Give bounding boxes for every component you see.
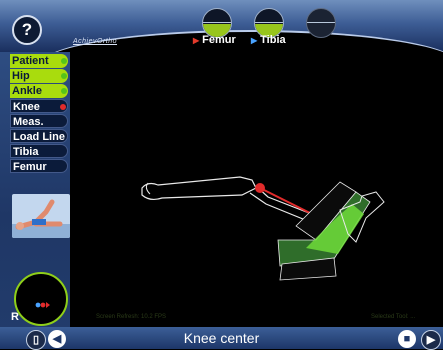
back-button[interactable]: ◀ xyxy=(48,330,66,348)
sidebar-item-label: Ankle xyxy=(12,85,42,97)
chevron-left-icon: ◀ xyxy=(52,333,62,345)
sidebar-item-label: Load Line xyxy=(13,131,65,143)
sidebar-item-femur[interactable]: Femur xyxy=(10,159,68,173)
sidebar-item-ankle[interactable]: Ankle xyxy=(10,84,68,98)
sidebar-item-tibia[interactable]: Tibia xyxy=(10,144,68,158)
pointer-tracker-gauge xyxy=(306,8,336,38)
triangle-right-icon: ▶ xyxy=(193,36,200,45)
triangle-right-icon: ▶ xyxy=(251,36,258,45)
sidebar-item-label: Knee xyxy=(13,101,40,113)
status-dot-icon xyxy=(61,88,67,94)
femur-label: ▶ Femur xyxy=(193,34,236,46)
sidebar-item-label: Tibia xyxy=(13,146,39,158)
brand-logo: AchievOrtho xyxy=(73,38,118,45)
status-text-right: Selected Tool: ... xyxy=(371,314,416,320)
tibia-label-text: Tibia xyxy=(260,34,286,46)
device-icon: ▯ xyxy=(32,334,40,346)
femur-label-text: Femur xyxy=(202,34,236,46)
step-title: Knee center xyxy=(183,330,260,346)
navigation-viewport[interactable] xyxy=(70,52,443,324)
side-indicator: R xyxy=(11,311,19,323)
gauge-line xyxy=(307,22,335,23)
sidebar-item-hip[interactable]: Hip xyxy=(10,69,68,83)
device-button[interactable]: ▯ xyxy=(26,330,46,350)
tracker-visibility-radar xyxy=(14,272,68,326)
sidebar-item-label: Patient xyxy=(12,55,49,67)
sidebar-item-label: Meas. xyxy=(13,116,44,128)
status-dot-icon xyxy=(61,58,67,64)
sidebar-item-patient[interactable]: Patient xyxy=(10,54,68,68)
patient-leg-illustration xyxy=(12,199,70,238)
sidebar-item-label: Hip xyxy=(12,70,30,82)
status-text-left: Screen Refresh: 10.2 FPS xyxy=(96,314,167,320)
radar-graphic xyxy=(35,302,50,308)
gauge-line xyxy=(255,22,283,23)
stop-icon: ■ xyxy=(403,333,411,345)
gauge-line xyxy=(203,22,231,23)
fast-forward-icon: ▶ xyxy=(426,334,436,346)
help-button[interactable]: ? xyxy=(12,15,42,45)
forward-button[interactable]: ▶ xyxy=(421,330,441,350)
sidebar-item-knee[interactable]: Knee xyxy=(10,99,68,113)
sidebar-item-label: Femur xyxy=(13,161,47,173)
patient-pose-image xyxy=(12,194,70,238)
status-dot-icon xyxy=(60,104,66,110)
stop-button[interactable]: ■ xyxy=(398,330,416,348)
leg-model-view xyxy=(141,176,385,281)
sidebar-item-load-line[interactable]: Load Line xyxy=(10,129,68,143)
sidebar-item-meas[interactable]: Meas. xyxy=(10,114,68,128)
tibia-label: ▶ Tibia xyxy=(251,34,286,46)
status-dot-icon xyxy=(61,73,67,79)
